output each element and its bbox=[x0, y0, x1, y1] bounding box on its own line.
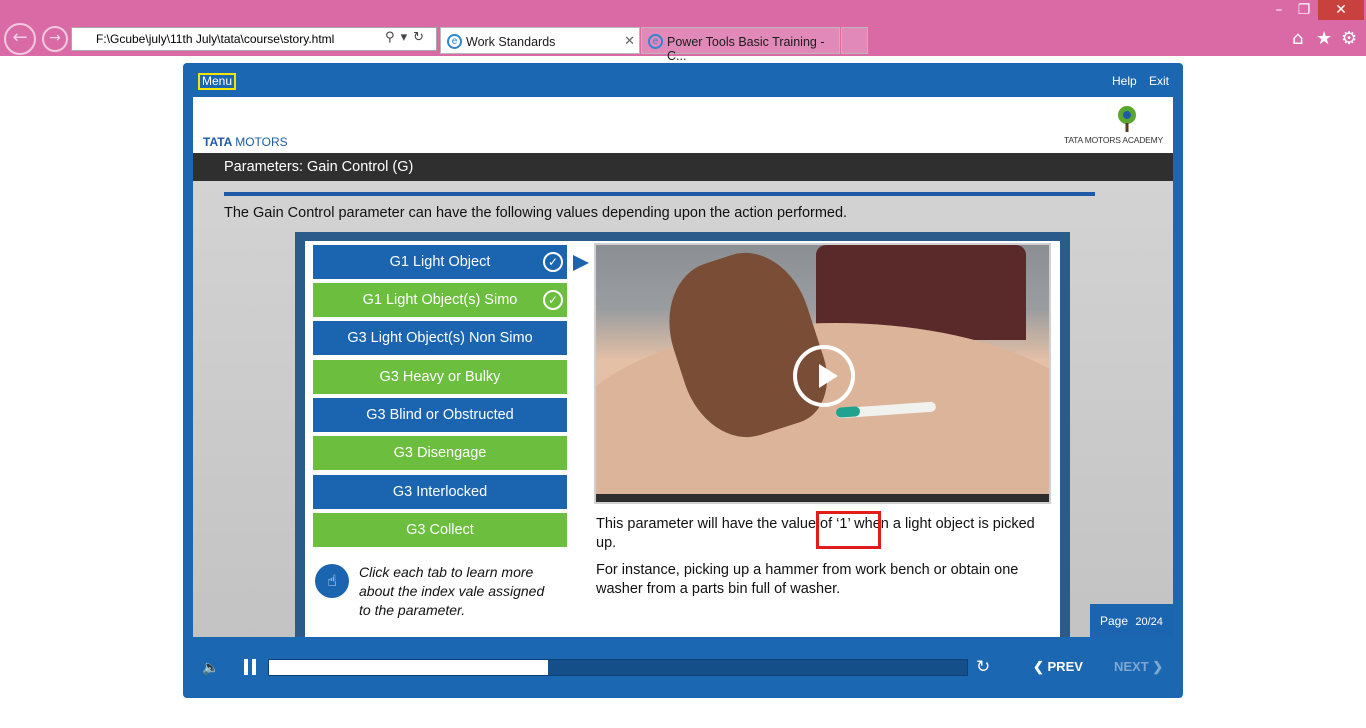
forward-button[interactable]: → bbox=[42, 26, 68, 52]
tab-g3-interlocked[interactable]: G3 Interlocked bbox=[313, 475, 567, 509]
browser-tab-power-tools[interactable]: e Power Tools Basic Training - C... bbox=[641, 27, 840, 63]
title-underline bbox=[224, 192, 1095, 196]
progress-fill bbox=[269, 660, 549, 675]
intro-text: The Gain Control parameter can have the … bbox=[224, 205, 848, 221]
slide-header: TATA MOTORS TATA MOTORS ACADEMY bbox=[193, 97, 1173, 153]
course-player: Menu Help Exit TATA MOTORS TATA MOTORS A… bbox=[183, 63, 1183, 698]
new-tab-button[interactable] bbox=[841, 27, 868, 54]
tab-g3-disengage[interactable]: G3 Disengage bbox=[313, 436, 567, 470]
play-icon[interactable] bbox=[793, 345, 855, 407]
slide-title: Parameters: Gain Control (G) bbox=[224, 159, 414, 175]
exit-link[interactable]: Exit bbox=[1149, 74, 1169, 88]
replay-icon[interactable]: ↻ bbox=[976, 657, 990, 677]
tata-motors-academy-logo: TATA MOTORS ACADEMY bbox=[1063, 135, 1163, 145]
close-window-button[interactable]: ✕ bbox=[1318, 0, 1364, 20]
ie-icon: e bbox=[648, 34, 663, 49]
description-text-2: For instance, picking up a hammer from w… bbox=[596, 562, 1019, 597]
content-panel: G1 Light Object ✓ G1 Light Object(s) Sim… bbox=[305, 241, 1060, 637]
check-icon: ✓ bbox=[543, 290, 563, 310]
tab-g3-light-objects-non-simo[interactable]: G3 Light Object(s) Non Simo bbox=[313, 321, 567, 355]
tab-g3-heavy-or-bulky[interactable]: G3 Heavy or Bulky bbox=[313, 360, 567, 394]
tab-label: Power Tools Basic Training - C... bbox=[667, 35, 825, 63]
home-icon[interactable]: ⌂ bbox=[1292, 28, 1303, 49]
video-bar bbox=[596, 494, 1049, 502]
address-bar[interactable]: F:\Gcube\july\11th July\tata\course\stor… bbox=[71, 27, 437, 51]
player-controls: 🔈 ↻ ❮ PREV NEXT ❯ bbox=[183, 637, 1183, 698]
browser-tab-work-standards[interactable]: e Work Standards ✕ bbox=[440, 27, 640, 54]
value-highlight-box bbox=[816, 511, 881, 549]
tab-g3-blind-or-obstructed[interactable]: G3 Blind or Obstructed bbox=[313, 398, 567, 432]
search-refresh-icons[interactable]: ⚲▾↻ bbox=[385, 30, 430, 45]
academy-tree-icon bbox=[1118, 106, 1136, 132]
check-icon: ✓ bbox=[543, 252, 563, 272]
tata-motors-logo: TATA MOTORS bbox=[203, 135, 288, 149]
back-button[interactable]: ← bbox=[4, 23, 36, 55]
tab-g1-light-objects-simo[interactable]: G1 Light Object(s) Simo ✓ bbox=[313, 283, 567, 317]
content-frame: G1 Light Object ✓ G1 Light Object(s) Sim… bbox=[295, 232, 1070, 637]
favorites-star-icon[interactable]: ★ bbox=[1316, 28, 1332, 49]
menu-button[interactable]: Menu bbox=[198, 73, 237, 90]
page-indicator: Page 20/24 bbox=[1090, 604, 1173, 637]
help-link[interactable]: Help bbox=[1112, 74, 1137, 88]
settings-gear-icon[interactable]: ⚙ bbox=[1341, 28, 1357, 49]
prev-button[interactable]: ❮ PREV bbox=[1033, 659, 1083, 675]
tab-g3-collect[interactable]: G3 Collect bbox=[313, 513, 567, 547]
pause-icon[interactable] bbox=[244, 659, 257, 675]
tab-label: Work Standards bbox=[466, 35, 556, 49]
ie-icon: e bbox=[447, 34, 462, 49]
video-player[interactable] bbox=[594, 243, 1051, 504]
page-number: 20/24 bbox=[1135, 616, 1163, 628]
minimize-button[interactable]: – bbox=[1266, 0, 1292, 20]
next-button[interactable]: NEXT ❯ bbox=[1114, 659, 1163, 675]
page-label: Page bbox=[1100, 614, 1129, 628]
slide-title-bar: Parameters: Gain Control (G) bbox=[193, 153, 1173, 181]
tap-hand-icon: ☝ bbox=[315, 564, 349, 598]
video-scene-marker-cap bbox=[835, 406, 861, 418]
tab-g1-light-object[interactable]: G1 Light Object ✓ bbox=[313, 245, 567, 279]
progress-bar[interactable] bbox=[268, 659, 968, 676]
browser-chrome: ← → F:\Gcube\july\11th July\tata\course\… bbox=[0, 0, 1366, 63]
selected-tab-arrow-icon bbox=[573, 255, 589, 271]
restore-button[interactable]: ❐ bbox=[1292, 0, 1316, 20]
close-tab-icon[interactable]: ✕ bbox=[624, 33, 635, 49]
address-text: F:\Gcube\july\11th July\tata\course\stor… bbox=[96, 32, 335, 46]
volume-icon[interactable]: 🔈 bbox=[202, 660, 219, 676]
hint-text: Click each tab to learn more about the i… bbox=[359, 564, 545, 618]
slide-area: TATA MOTORS TATA MOTORS ACADEMY Paramete… bbox=[193, 97, 1173, 637]
